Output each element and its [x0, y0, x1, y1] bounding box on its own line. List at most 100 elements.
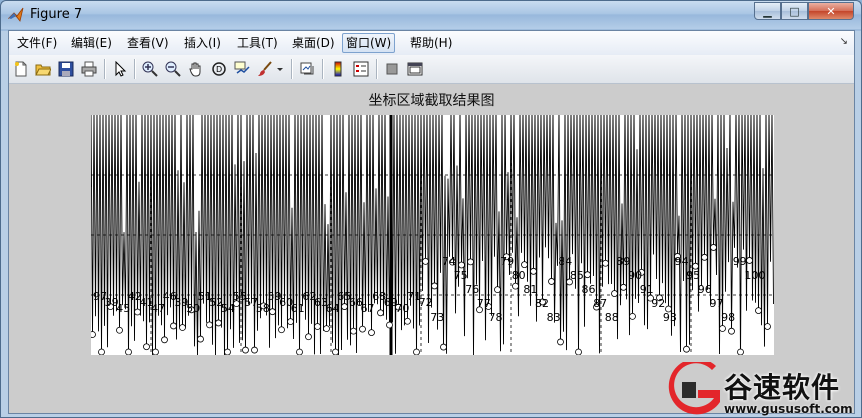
data-point-marker: [530, 267, 537, 275]
data-point-marker: [359, 325, 366, 333]
data-point-marker: [134, 308, 141, 316]
data-point-marker: [224, 348, 231, 355]
data-point-marker: [197, 335, 204, 343]
data-point-label: 54: [221, 302, 235, 315]
rotate-3d-icon[interactable]: D: [210, 60, 228, 78]
data-point-marker: [584, 271, 591, 279]
menu-window[interactable]: 窗口(W): [342, 33, 396, 53]
data-point-marker: [341, 303, 348, 310]
data-point-marker: [458, 261, 465, 269]
data-point-marker: [620, 283, 627, 291]
data-point-marker: [143, 343, 150, 351]
data-point-marker: [215, 319, 222, 327]
insert-legend-icon[interactable]: [352, 60, 370, 78]
menu-view[interactable]: 查看(V): [124, 34, 172, 52]
data-point-label: 81: [523, 283, 537, 296]
new-figure-icon[interactable]: [12, 60, 30, 78]
data-point-marker: [242, 346, 249, 354]
data-point-label: 89: [616, 255, 630, 268]
data-point-marker: [296, 348, 303, 355]
data-point-marker: [314, 323, 321, 330]
data-point-label: 85: [570, 269, 584, 282]
data-point-marker: [728, 327, 735, 335]
data-point-marker: [332, 348, 339, 355]
minimize-button[interactable]: ▁: [754, 2, 781, 20]
data-cursor-icon[interactable]: [233, 60, 251, 78]
data-point-marker: [377, 309, 384, 317]
minimize-icon: ▁: [763, 4, 772, 18]
data-point-marker: [440, 343, 447, 351]
data-point-marker: [602, 259, 609, 267]
data-point-marker: [701, 253, 708, 261]
window-client-area: 文件(F) 编辑(E) 查看(V) 插入(I) 工具(T) 桌面(D) 窗口(W…: [8, 30, 855, 414]
save-icon[interactable]: [57, 60, 75, 78]
data-point-marker: [152, 348, 159, 355]
plot-axes[interactable]: 97 39 45 42 41 47 46 39 50 51 52 54 55 57 58 59 60 61 62 63…: [91, 115, 774, 355]
data-point-marker: [91, 331, 96, 338]
zoom-out-icon[interactable]: [164, 60, 182, 78]
zoom-in-icon[interactable]: [141, 60, 159, 78]
menu-desktop[interactable]: 桌面(D): [289, 34, 338, 52]
show-plot-tools-icon[interactable]: [406, 60, 424, 78]
insert-colorbar-icon[interactable]: [329, 60, 347, 78]
title-bar[interactable]: Figure 7 ▁ □ ✕: [1, 1, 861, 29]
menu-tools[interactable]: 工具(T): [234, 34, 281, 52]
link-plot-icon[interactable]: [298, 60, 316, 78]
data-point-marker: [206, 321, 213, 329]
data-point-label: 83: [547, 311, 561, 324]
brush-icon[interactable]: [256, 60, 274, 78]
pan-hand-icon[interactable]: [187, 60, 205, 78]
data-point-label: 94: [675, 255, 689, 268]
menu-help[interactable]: 帮助(H): [407, 34, 455, 52]
data-point-label: 67: [361, 302, 375, 315]
menu-file[interactable]: 文件(F): [14, 34, 60, 52]
data-point-label: 78: [489, 311, 503, 324]
data-point-marker: [575, 348, 582, 355]
data-point-marker: [710, 244, 717, 251]
data-point-marker: [368, 329, 375, 336]
close-icon: ✕: [826, 4, 836, 18]
data-point-label: 96: [698, 283, 712, 296]
svg-text:D: D: [216, 65, 222, 74]
watermark-brand: 谷速软件: [724, 371, 841, 404]
data-point-label: 50: [186, 302, 200, 315]
open-file-icon[interactable]: [34, 60, 52, 78]
data-point-marker: [116, 326, 123, 334]
data-point-label: 73: [430, 311, 444, 324]
maximize-button[interactable]: □: [781, 2, 808, 20]
data-point-label: 58: [256, 302, 270, 315]
close-button[interactable]: ✕: [808, 2, 854, 20]
data-point-marker: [305, 333, 312, 341]
data-point-marker: [467, 258, 474, 266]
data-point-marker: [161, 336, 168, 344]
data-point-label: 92: [651, 297, 665, 310]
data-point-label: 99: [733, 255, 747, 268]
watermark: 谷速软件 www.gususoft.com: [668, 362, 862, 418]
print-icon[interactable]: [80, 60, 98, 78]
menu-insert[interactable]: 插入(I): [181, 34, 224, 52]
data-point-label: 75: [454, 269, 468, 282]
data-point-label: 77: [477, 297, 491, 310]
data-point-label: 93: [663, 311, 677, 324]
data-point-marker: [611, 290, 618, 297]
matlab-logo-icon: [8, 7, 24, 22]
data-point-marker: [323, 325, 330, 333]
data-point-marker: [413, 348, 420, 355]
data-point-marker: [746, 257, 753, 264]
menu-bar: 文件(F) 编辑(E) 查看(V) 插入(I) 工具(T) 桌面(D) 窗口(W…: [9, 31, 854, 56]
data-point-marker: [494, 286, 501, 294]
data-point-marker: [125, 348, 132, 355]
data-point-marker: [251, 346, 258, 354]
data-point-marker: [98, 348, 105, 355]
data-point-marker: [764, 323, 771, 330]
menu-overflow-icon[interactable]: ↘: [840, 36, 848, 47]
data-point-label: 91: [640, 283, 654, 296]
data-point-label: 88: [605, 311, 619, 324]
data-point-marker: [737, 348, 744, 355]
data-point-label: 76: [465, 283, 479, 296]
hide-plot-tools-icon[interactable]: [383, 60, 401, 78]
menu-edit[interactable]: 编辑(E): [68, 34, 115, 52]
edit-plot-arrow-icon[interactable]: [111, 60, 129, 78]
brush-dropdown-icon[interactable]: [275, 60, 285, 78]
watermark-url: www.gususoft.com: [724, 402, 853, 416]
